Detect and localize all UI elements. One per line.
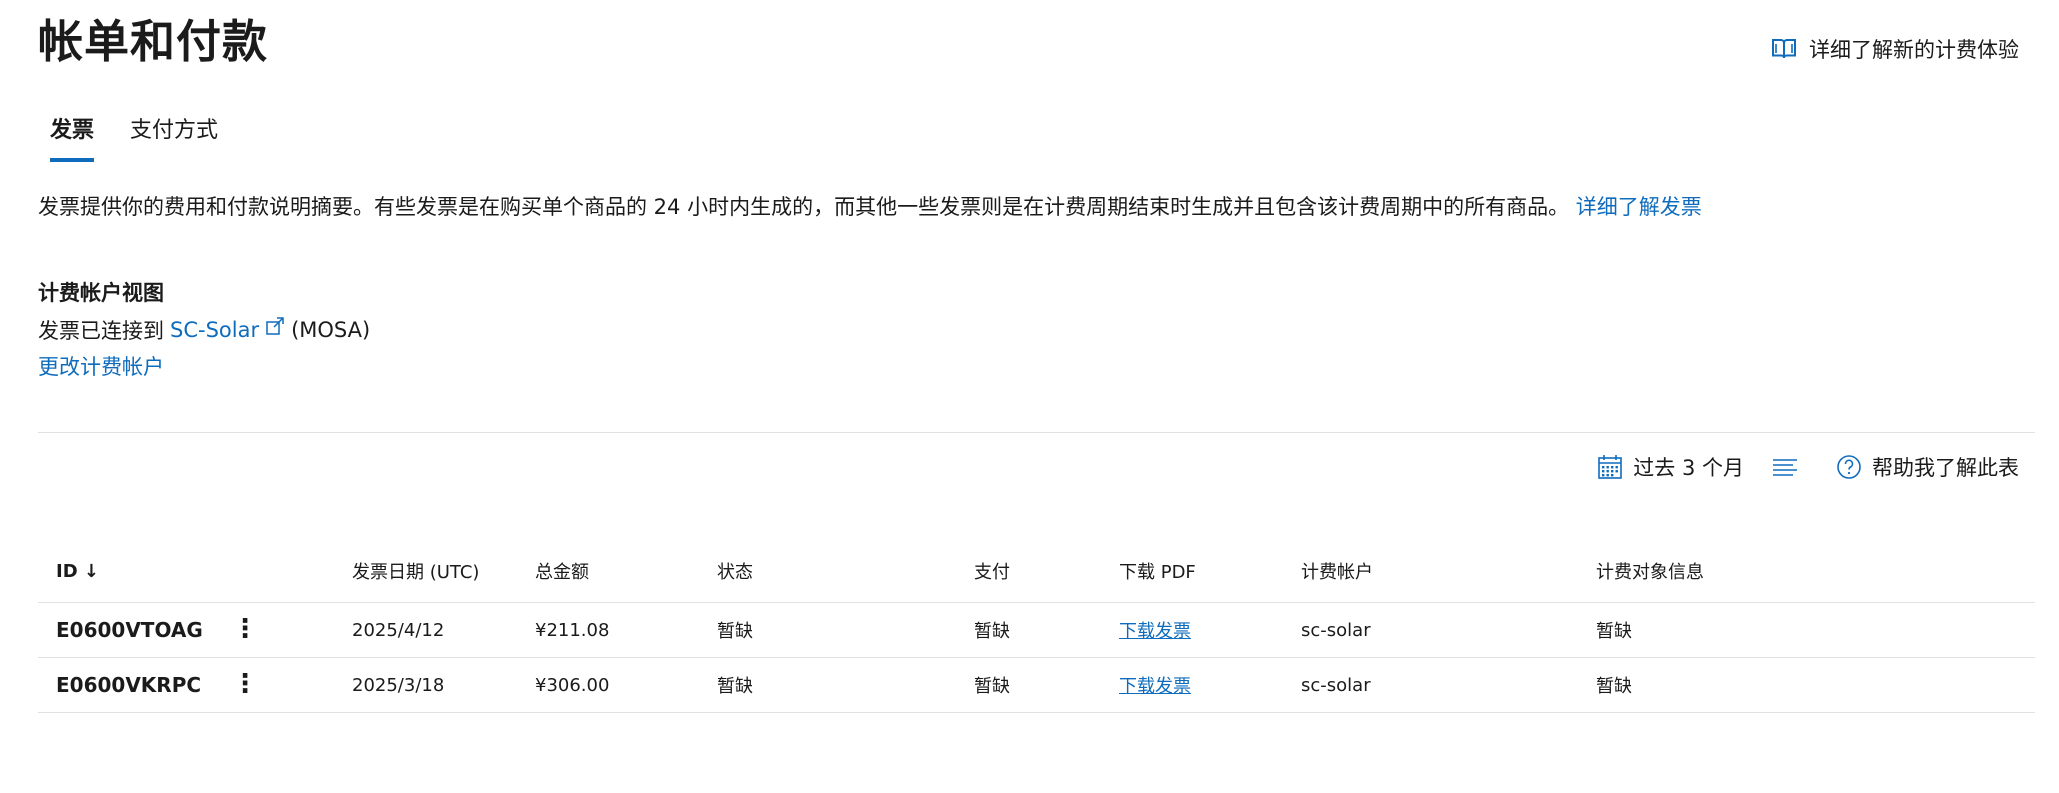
external-link-icon[interactable]: [265, 316, 285, 336]
invoice-date: 2025/3/18: [352, 657, 535, 713]
date-filter-label: 过去 3 个月: [1633, 456, 1744, 480]
invoice-payment: 暂缺: [974, 657, 1119, 713]
more-actions-button[interactable]: ⋮: [232, 671, 258, 697]
book-icon: [1771, 37, 1797, 61]
table-row: E0600VKRPC ⋮ 2025/3/18 ¥306.00 暂缺 暂缺 下载发…: [38, 657, 2035, 713]
invoice-total: ¥211.08: [535, 602, 717, 658]
column-header-account[interactable]: 计费帐户: [1301, 540, 1596, 603]
invoice-description: 发票提供你的费用和付款说明摘要。有些发票是在购买单个商品的 24 小时内生成的，…: [38, 191, 1702, 221]
invoice-id: E0600VTOAG: [38, 602, 232, 658]
calendar-icon: [1597, 454, 1623, 480]
download-invoice-link[interactable]: 下载发票: [1119, 676, 1191, 697]
invoice-id: E0600VKRPC: [38, 657, 232, 713]
column-header-bill-to[interactable]: 计费对象信息: [1596, 540, 2035, 603]
account-name-link[interactable]: SC-Solar: [170, 318, 259, 342]
connected-prefix: 发票已连接到: [38, 319, 164, 343]
account-suffix: (MOSA): [291, 318, 371, 342]
invoice-date: 2025/4/12: [352, 602, 535, 658]
table-help-button[interactable]: 帮助我了解此表: [1836, 452, 2019, 482]
tab-payment-methods[interactable]: 支付方式: [130, 112, 218, 162]
table-toolbar: 过去 3 个月 帮助我了解此表: [1597, 452, 2019, 482]
column-header-id[interactable]: ID ↓: [38, 540, 232, 603]
description-text: 发票提供你的费用和付款说明摘要。有些发票是在购买单个商品的 24 小时内生成的，…: [38, 195, 1570, 219]
column-header-spacer: [232, 540, 352, 603]
column-header-total[interactable]: 总金额: [535, 540, 717, 603]
invoices-table: ID ↓ 发票日期 (UTC) 总金额 状态 支付 下载 PDF 计费帐户 计费…: [38, 540, 2035, 713]
tab-bar: 发票 支付方式: [50, 112, 218, 162]
learn-more-link[interactable]: 详细了解新的计费体验: [1771, 34, 2019, 64]
invoice-bill-to: 暂缺: [1596, 602, 2035, 658]
learn-more-label: 详细了解新的计费体验: [1809, 38, 2019, 62]
billing-page: 帐单和付款 详细了解新的计费体验 发票 支付方式 发票提供你的费用和付款说明摘要…: [0, 0, 2059, 793]
table-header-row: ID ↓ 发票日期 (UTC) 总金额 状态 支付 下载 PDF 计费帐户 计费…: [38, 540, 2035, 603]
learn-invoices-link[interactable]: 详细了解发票: [1576, 195, 1702, 219]
table-help-label: 帮助我了解此表: [1872, 456, 2019, 480]
tab-invoices[interactable]: 发票: [50, 112, 95, 162]
invoice-payment: 暂缺: [974, 602, 1119, 658]
section-divider: [38, 432, 2035, 433]
invoice-status: 暂缺: [717, 657, 974, 713]
connected-account-line: 发票已连接到 SC-Solar (MOSA): [38, 315, 370, 345]
more-actions-button[interactable]: ⋮: [232, 616, 258, 642]
table-row: E0600VTOAG ⋮ 2025/4/12 ¥211.08 暂缺 暂缺 下载发…: [38, 602, 2035, 658]
download-invoice-link[interactable]: 下载发票: [1119, 621, 1191, 642]
invoice-account: sc-solar: [1301, 602, 1596, 658]
column-header-date[interactable]: 发票日期 (UTC): [352, 540, 535, 603]
billing-account-view-title: 计费帐户视图: [38, 281, 164, 305]
date-filter-button[interactable]: 过去 3 个月: [1597, 452, 1744, 482]
column-header-pdf[interactable]: 下载 PDF: [1119, 540, 1301, 603]
invoice-total: ¥306.00: [535, 657, 717, 713]
column-header-status[interactable]: 状态: [717, 540, 974, 603]
text-align-icon: [1772, 454, 1798, 480]
page-title: 帐单和付款: [38, 15, 269, 68]
invoice-account: sc-solar: [1301, 657, 1596, 713]
change-billing-account-link[interactable]: 更改计费帐户: [38, 351, 164, 381]
invoice-bill-to: 暂缺: [1596, 657, 2035, 713]
column-header-payment[interactable]: 支付: [974, 540, 1119, 603]
invoice-status: 暂缺: [717, 602, 974, 658]
help-icon: [1836, 454, 1862, 480]
column-settings-button[interactable]: [1772, 454, 1808, 480]
